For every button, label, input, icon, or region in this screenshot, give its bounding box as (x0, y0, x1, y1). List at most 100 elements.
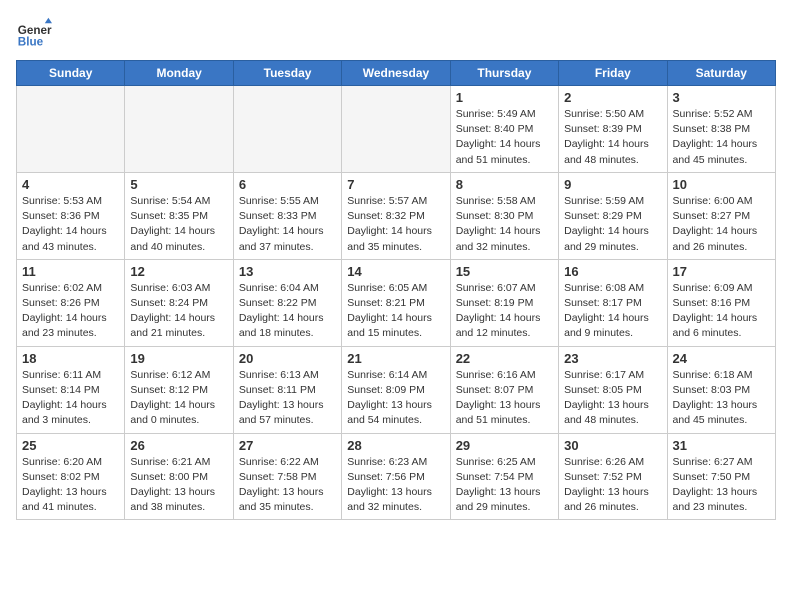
calendar-cell: 3 Sunrise: 5:52 AM Sunset: 8:38 PM Daylig… (667, 86, 775, 173)
calendar-cell: 1 Sunrise: 5:49 AM Sunset: 8:40 PM Daylig… (450, 86, 558, 173)
day-info: Sunrise: 6:07 AM Sunset: 8:19 PM Dayligh… (456, 281, 553, 342)
day-info: Sunrise: 6:14 AM Sunset: 8:09 PM Dayligh… (347, 368, 444, 429)
calendar-cell: 10 Sunrise: 6:00 AM Sunset: 8:27 PM Dayli… (667, 172, 775, 259)
calendar-cell: 21 Sunrise: 6:14 AM Sunset: 8:09 PM Dayli… (342, 346, 450, 433)
day-info: Sunrise: 5:55 AM Sunset: 8:33 PM Dayligh… (239, 194, 336, 255)
calendar-cell: 26 Sunrise: 6:21 AM Sunset: 8:00 PM Dayli… (125, 433, 233, 520)
day-info: Sunrise: 6:21 AM Sunset: 8:00 PM Dayligh… (130, 455, 227, 516)
calendar-cell: 11Sunrise: 6:02 AM Sunset: 8:26 PM Dayli… (17, 259, 125, 346)
calendar-table: SundayMondayTuesdayWednesdayThursdayFrid… (16, 60, 776, 520)
page-header: General Blue (16, 16, 776, 52)
day-number: 4 (22, 177, 119, 192)
calendar-cell: 28 Sunrise: 6:23 AM Sunset: 7:56 PM Dayli… (342, 433, 450, 520)
day-number: 30 (564, 438, 661, 453)
calendar-cell: 27 Sunrise: 6:22 AM Sunset: 7:58 PM Dayli… (233, 433, 341, 520)
calendar-cell: 7Sunrise: 5:57 AM Sunset: 8:32 PM Daylig… (342, 172, 450, 259)
calendar-cell: 17 Sunrise: 6:09 AM Sunset: 8:16 PM Dayli… (667, 259, 775, 346)
day-info: Sunrise: 6:16 AM Sunset: 8:07 PM Dayligh… (456, 368, 553, 429)
day-number: 31 (673, 438, 770, 453)
calendar-cell (125, 86, 233, 173)
day-info: Sunrise: 5:59 AM Sunset: 8:29 PM Dayligh… (564, 194, 661, 255)
day-number: 18 (22, 351, 119, 366)
day-number: 21 (347, 351, 444, 366)
calendar-cell: 16 Sunrise: 6:08 AM Sunset: 8:17 PM Dayli… (559, 259, 667, 346)
day-info: Sunrise: 6:12 AM Sunset: 8:12 PM Dayligh… (130, 368, 227, 429)
calendar-week-2: 4 Sunrise: 5:53 AM Sunset: 8:36 PM Daylig… (17, 172, 776, 259)
calendar-cell: 30 Sunrise: 6:26 AM Sunset: 7:52 PM Dayli… (559, 433, 667, 520)
calendar-cell: 31 Sunrise: 6:27 AM Sunset: 7:50 PM Dayli… (667, 433, 775, 520)
calendar-cell: 4 Sunrise: 5:53 AM Sunset: 8:36 PM Daylig… (17, 172, 125, 259)
day-info: Sunrise: 6:25 AM Sunset: 7:54 PM Dayligh… (456, 455, 553, 516)
day-number: 26 (130, 438, 227, 453)
day-number: 23 (564, 351, 661, 366)
day-info: Sunrise: 6:23 AM Sunset: 7:56 PM Dayligh… (347, 455, 444, 516)
day-info: Sunrise: 6:05 AM Sunset: 8:21 PM Dayligh… (347, 281, 444, 342)
weekday-header-sunday: Sunday (17, 61, 125, 86)
day-number: 28 (347, 438, 444, 453)
day-info: Sunrise: 6:18 AM Sunset: 8:03 PM Dayligh… (673, 368, 770, 429)
calendar-week-5: 25 Sunrise: 6:20 AM Sunset: 8:02 PM Dayli… (17, 433, 776, 520)
day-info: Sunrise: 6:27 AM Sunset: 7:50 PM Dayligh… (673, 455, 770, 516)
day-number: 10 (673, 177, 770, 192)
weekday-header-monday: Monday (125, 61, 233, 86)
day-number: 15 (456, 264, 553, 279)
day-info: Sunrise: 6:03 AM Sunset: 8:24 PM Dayligh… (130, 281, 227, 342)
calendar-cell (17, 86, 125, 173)
day-number: 22 (456, 351, 553, 366)
day-info: Sunrise: 5:50 AM Sunset: 8:39 PM Dayligh… (564, 107, 661, 168)
day-number: 12 (130, 264, 227, 279)
day-info: Sunrise: 6:17 AM Sunset: 8:05 PM Dayligh… (564, 368, 661, 429)
day-number: 2 (564, 90, 661, 105)
calendar-cell: 15 Sunrise: 6:07 AM Sunset: 8:19 PM Dayli… (450, 259, 558, 346)
day-number: 20 (239, 351, 336, 366)
day-info: Sunrise: 6:00 AM Sunset: 8:27 PM Dayligh… (673, 194, 770, 255)
calendar-cell: 25 Sunrise: 6:20 AM Sunset: 8:02 PM Dayli… (17, 433, 125, 520)
day-number: 19 (130, 351, 227, 366)
calendar-cell: 22 Sunrise: 6:16 AM Sunset: 8:07 PM Dayli… (450, 346, 558, 433)
day-number: 25 (22, 438, 119, 453)
day-info: Sunrise: 6:08 AM Sunset: 8:17 PM Dayligh… (564, 281, 661, 342)
calendar-cell: 18 Sunrise: 6:11 AM Sunset: 8:14 PM Dayli… (17, 346, 125, 433)
day-info: Sunrise: 5:57 AM Sunset: 8:32 PM Dayligh… (347, 194, 444, 255)
weekday-header-row: SundayMondayTuesdayWednesdayThursdayFrid… (17, 61, 776, 86)
day-info: Sunrise: 6:22 AM Sunset: 7:58 PM Dayligh… (239, 455, 336, 516)
day-number: 13 (239, 264, 336, 279)
calendar-cell: 6Sunrise: 5:55 AM Sunset: 8:33 PM Daylig… (233, 172, 341, 259)
day-number: 27 (239, 438, 336, 453)
calendar-cell: 19 Sunrise: 6:12 AM Sunset: 8:12 PM Dayli… (125, 346, 233, 433)
day-number: 14 (347, 264, 444, 279)
calendar-cell: 24 Sunrise: 6:18 AM Sunset: 8:03 PM Dayli… (667, 346, 775, 433)
day-info: Sunrise: 5:49 AM Sunset: 8:40 PM Dayligh… (456, 107, 553, 168)
calendar-cell: 12 Sunrise: 6:03 AM Sunset: 8:24 PM Dayli… (125, 259, 233, 346)
day-info: Sunrise: 6:02 AM Sunset: 8:26 PM Dayligh… (22, 281, 119, 342)
day-info: Sunrise: 6:04 AM Sunset: 8:22 PM Dayligh… (239, 281, 336, 342)
day-number: 17 (673, 264, 770, 279)
calendar-cell: 14 Sunrise: 6:05 AM Sunset: 8:21 PM Dayli… (342, 259, 450, 346)
day-info: Sunrise: 5:54 AM Sunset: 8:35 PM Dayligh… (130, 194, 227, 255)
day-info: Sunrise: 6:20 AM Sunset: 8:02 PM Dayligh… (22, 455, 119, 516)
day-number: 29 (456, 438, 553, 453)
weekday-header-wednesday: Wednesday (342, 61, 450, 86)
day-info: Sunrise: 6:09 AM Sunset: 8:16 PM Dayligh… (673, 281, 770, 342)
day-number: 9 (564, 177, 661, 192)
day-info: Sunrise: 5:52 AM Sunset: 8:38 PM Dayligh… (673, 107, 770, 168)
calendar-cell (233, 86, 341, 173)
calendar-week-4: 18 Sunrise: 6:11 AM Sunset: 8:14 PM Dayli… (17, 346, 776, 433)
day-number: 3 (673, 90, 770, 105)
weekday-header-thursday: Thursday (450, 61, 558, 86)
calendar-cell: 23 Sunrise: 6:17 AM Sunset: 8:05 PM Dayli… (559, 346, 667, 433)
day-info: Sunrise: 5:58 AM Sunset: 8:30 PM Dayligh… (456, 194, 553, 255)
day-info: Sunrise: 6:11 AM Sunset: 8:14 PM Dayligh… (22, 368, 119, 429)
calendar-cell: 13 Sunrise: 6:04 AM Sunset: 8:22 PM Dayli… (233, 259, 341, 346)
calendar-cell (342, 86, 450, 173)
day-info: Sunrise: 5:53 AM Sunset: 8:36 PM Dayligh… (22, 194, 119, 255)
day-number: 16 (564, 264, 661, 279)
day-info: Sunrise: 6:26 AM Sunset: 7:52 PM Dayligh… (564, 455, 661, 516)
day-info: Sunrise: 6:13 AM Sunset: 8:11 PM Dayligh… (239, 368, 336, 429)
day-number: 1 (456, 90, 553, 105)
calendar-cell: 9 Sunrise: 5:59 AM Sunset: 8:29 PM Daylig… (559, 172, 667, 259)
logo-icon: General Blue (16, 16, 52, 52)
calendar-cell: 20 Sunrise: 6:13 AM Sunset: 8:11 PM Dayli… (233, 346, 341, 433)
day-number: 5 (130, 177, 227, 192)
day-number: 24 (673, 351, 770, 366)
